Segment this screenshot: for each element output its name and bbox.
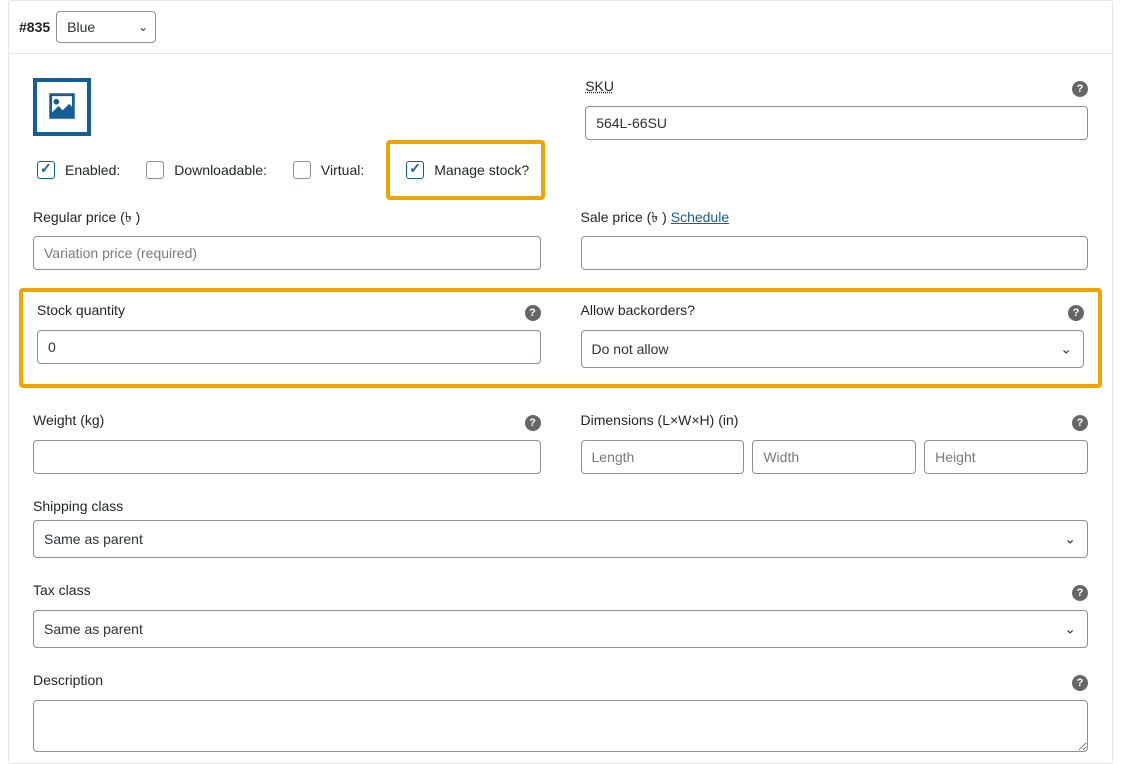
variation-image-placeholder[interactable] [33,78,91,136]
stock-qty-input[interactable] [37,330,541,364]
schedule-link[interactable]: Schedule [671,209,729,225]
dimensions-label: Dimensions (L×W×H) (in) [581,412,739,428]
toggle-row: Enabled: Downloadable: Virtual: [33,158,545,182]
variation-header: #835 Blue ⌄ [9,1,1112,54]
downloadable-checkbox[interactable]: Downloadable: [142,158,267,182]
help-icon[interactable]: ? [1072,415,1088,431]
height-input[interactable] [924,440,1088,474]
manage-stock-highlight: Manage stock? [386,140,545,200]
manage-stock-checkbox[interactable]: Manage stock? [402,158,529,182]
regular-price-label: Regular price (৳ ) [33,206,541,230]
help-icon[interactable]: ? [1072,585,1088,601]
virtual-checkbox[interactable]: Virtual: [289,158,364,182]
help-icon[interactable]: ? [1072,675,1088,691]
manage-stock-label: Manage stock? [434,162,529,178]
shipping-class-label: Shipping class [33,498,1088,514]
enabled-checkbox[interactable]: Enabled: [33,158,120,182]
shipping-class-select[interactable]: Same as parent [33,520,1088,558]
sku-input[interactable] [585,106,1088,140]
help-icon[interactable]: ? [1068,305,1084,321]
variation-id: #835 [19,19,50,35]
stock-highlight: Stock quantity ? Allow backorders? ? Do [19,288,1102,388]
weight-label: Weight (kg) [33,412,104,428]
tax-class-select[interactable]: Same as parent [33,610,1088,648]
backorders-select[interactable]: Do not allow [581,330,1085,368]
sale-price-input[interactable] [581,236,1089,270]
image-icon [45,89,79,126]
weight-input[interactable] [33,440,541,474]
help-icon[interactable]: ? [525,415,541,431]
regular-price-input[interactable] [33,236,541,270]
length-input[interactable] [581,440,745,474]
backorders-label: Allow backorders? [581,302,695,318]
virtual-label: Virtual: [321,162,364,178]
sku-label: SKU [585,78,614,94]
enabled-label: Enabled: [65,162,120,178]
help-icon[interactable]: ? [525,305,541,321]
tax-class-label: Tax class [33,582,91,598]
downloadable-label: Downloadable: [174,162,267,178]
width-input[interactable] [752,440,916,474]
sale-price-label: Sale price (৳ ) Schedule [581,206,1089,230]
description-textarea[interactable] [33,700,1088,752]
stock-qty-label: Stock quantity [37,302,125,318]
attribute-select[interactable]: Blue [56,11,156,43]
help-icon[interactable]: ? [1072,81,1088,97]
description-label: Description [33,672,103,688]
